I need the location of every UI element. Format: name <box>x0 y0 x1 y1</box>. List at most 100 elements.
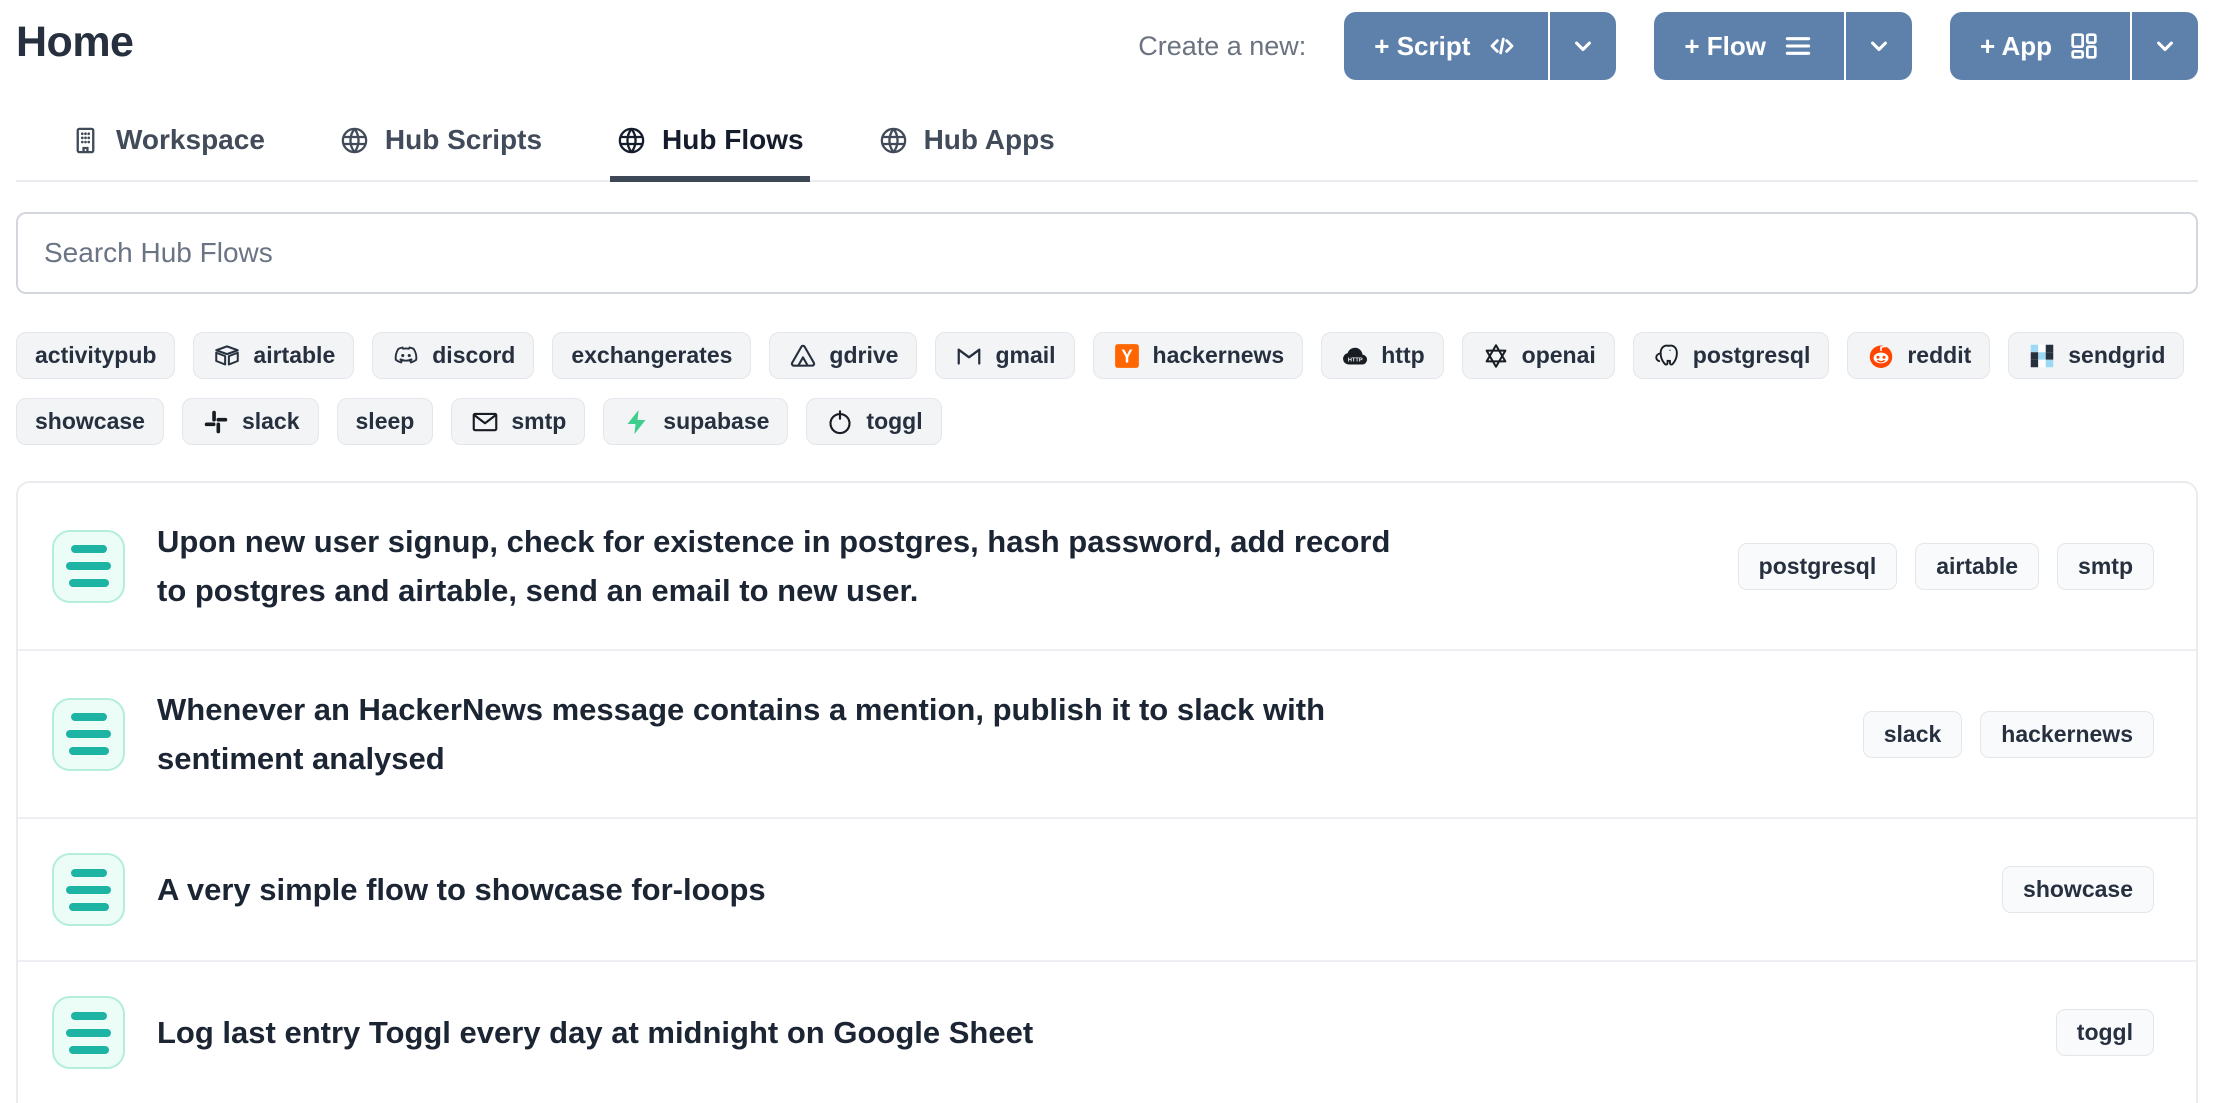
create-new-area: Create a new: + Script + Flow + App <box>1138 12 2198 80</box>
filter-tag-activitypub[interactable]: activitypub <box>16 332 175 379</box>
filter-tag-list: activitypub airtable discord exchangerat… <box>16 332 2198 445</box>
filter-label: discord <box>432 342 515 369</box>
search-input[interactable] <box>16 212 2198 294</box>
filter-tag-airtable[interactable]: airtable <box>193 332 354 379</box>
flow-list-item[interactable]: A very simple flow to showcase for-loops… <box>18 819 2196 962</box>
flow-tag-slack: slack <box>1863 711 1963 758</box>
filter-tag-sendgrid[interactable]: sendgrid <box>2008 332 2184 379</box>
filter-tag-hackernews[interactable]: hackernews <box>1093 332 1304 379</box>
flow-icon <box>52 996 125 1069</box>
filter-tag-slack[interactable]: slack <box>182 398 319 445</box>
script-dropdown-button[interactable] <box>1550 12 1616 80</box>
page-title: Home <box>16 18 133 67</box>
flow-list-item[interactable]: Log last entry Toggl every day at midnig… <box>18 962 2196 1103</box>
filter-tag-openai[interactable]: openai <box>1462 332 1615 379</box>
filter-label: smtp <box>511 408 566 435</box>
globe-icon <box>878 125 909 156</box>
filter-label: toggl <box>866 408 922 435</box>
flow-dropdown-button[interactable] <box>1846 12 1912 80</box>
flow-icon <box>52 530 125 603</box>
filter-tag-toggl[interactable]: toggl <box>806 398 941 445</box>
discord-icon <box>391 341 421 371</box>
postgresql-icon <box>1652 341 1682 371</box>
flow-tags: postgresqlairtablesmtp <box>1708 543 2154 590</box>
tab-label: Hub Scripts <box>385 124 542 156</box>
flow-button-group: + Flow <box>1654 12 1912 80</box>
hub-flows-list: Upon new user signup, check for existenc… <box>16 481 2198 1103</box>
hub-flows-page: Home Create a new: + Script + Flow + App <box>0 0 2214 1103</box>
openai-icon <box>1481 341 1511 371</box>
flow-title: Upon new user signup, check for existenc… <box>157 517 1397 615</box>
filter-tag-discord[interactable]: discord <box>372 332 534 379</box>
app-button-group: + App <box>1950 12 2198 80</box>
filter-tag-smtp[interactable]: smtp <box>451 398 585 445</box>
filter-tag-reddit[interactable]: reddit <box>1847 332 1990 379</box>
tab-hub-flows[interactable]: Hub Flows <box>610 108 810 182</box>
filter-label: hackernews <box>1153 342 1285 369</box>
layout-grid-icon <box>2068 30 2100 62</box>
globe-icon <box>616 125 647 156</box>
filter-tag-http[interactable]: HTTP http <box>1321 332 1443 379</box>
page-header: Home Create a new: + Script + Flow + App <box>16 0 2198 80</box>
filter-label: postgresql <box>1693 342 1811 369</box>
menu-bars-icon <box>1782 30 1814 62</box>
flow-list-item[interactable]: Whenever an HackerNews message contains … <box>18 651 2196 819</box>
gmail-icon <box>954 341 984 371</box>
tab-hub-scripts[interactable]: Hub Scripts <box>333 108 548 182</box>
flow-tag-toggl: toggl <box>2056 1009 2154 1056</box>
flow-tag-postgresql: postgresql <box>1738 543 1898 590</box>
flow-button[interactable]: + Flow <box>1654 12 1846 80</box>
building-icon <box>70 125 101 156</box>
filter-label: openai <box>1522 342 1596 369</box>
smtp-icon <box>470 407 500 437</box>
filter-label: http <box>1381 342 1424 369</box>
filter-label: reddit <box>1907 342 1971 369</box>
filter-tag-showcase[interactable]: showcase <box>16 398 164 445</box>
chevron-down-icon <box>2151 32 2179 60</box>
filter-tag-gdrive[interactable]: gdrive <box>769 332 917 379</box>
filter-label: airtable <box>253 342 335 369</box>
flow-tags: slackhackernews <box>1833 711 2154 758</box>
create-new-label: Create a new: <box>1138 31 1306 62</box>
tab-label: Workspace <box>116 124 265 156</box>
script-button-group: + Script <box>1344 12 1616 80</box>
hackernews-icon <box>1112 341 1142 371</box>
search-bar <box>16 212 2198 294</box>
tab-workspace[interactable]: Workspace <box>64 108 271 182</box>
supabase-icon <box>622 407 652 437</box>
tab-label: Hub Flows <box>662 124 804 156</box>
filter-tag-postgresql[interactable]: postgresql <box>1633 332 1830 379</box>
flow-icon <box>52 698 125 771</box>
tab-bar: Workspace Hub Scripts Hub Flows Hub Apps <box>16 108 2198 182</box>
tab-hub-apps[interactable]: Hub Apps <box>872 108 1061 182</box>
filter-label: supabase <box>663 408 769 435</box>
filter-tag-sleep[interactable]: sleep <box>337 398 434 445</box>
slack-icon <box>201 407 231 437</box>
filter-label: activitypub <box>35 342 156 369</box>
create-buttons: + Script + Flow + App <box>1344 12 2198 80</box>
app-button[interactable]: + App <box>1950 12 2132 80</box>
filter-label: exchangerates <box>571 342 732 369</box>
filter-label: slack <box>242 408 300 435</box>
filter-label: gdrive <box>829 342 898 369</box>
filter-tag-exchangerates[interactable]: exchangerates <box>552 332 751 379</box>
flow-tag-smtp: smtp <box>2057 543 2154 590</box>
code-icon <box>1486 30 1518 62</box>
flow-title: A very simple flow to showcase for-loops <box>157 865 766 914</box>
app-dropdown-button[interactable] <box>2132 12 2198 80</box>
tab-label: Hub Apps <box>924 124 1055 156</box>
toggl-icon <box>825 407 855 437</box>
chevron-down-icon <box>1569 32 1597 60</box>
flow-title: Log last entry Toggl every day at midnig… <box>157 1008 1033 1057</box>
filter-label: gmail <box>995 342 1055 369</box>
filter-tag-supabase[interactable]: supabase <box>603 398 788 445</box>
script-button[interactable]: + Script <box>1344 12 1550 80</box>
flow-list-item[interactable]: Upon new user signup, check for existenc… <box>18 483 2196 651</box>
svg-text:HTTP: HTTP <box>1348 357 1363 363</box>
filter-tag-gmail[interactable]: gmail <box>935 332 1074 379</box>
filter-label: showcase <box>35 408 145 435</box>
gdrive-icon <box>788 341 818 371</box>
flow-tags: toggl <box>2026 1009 2154 1056</box>
airtable-icon <box>212 341 242 371</box>
flow-title: Whenever an HackerNews message contains … <box>157 685 1397 783</box>
